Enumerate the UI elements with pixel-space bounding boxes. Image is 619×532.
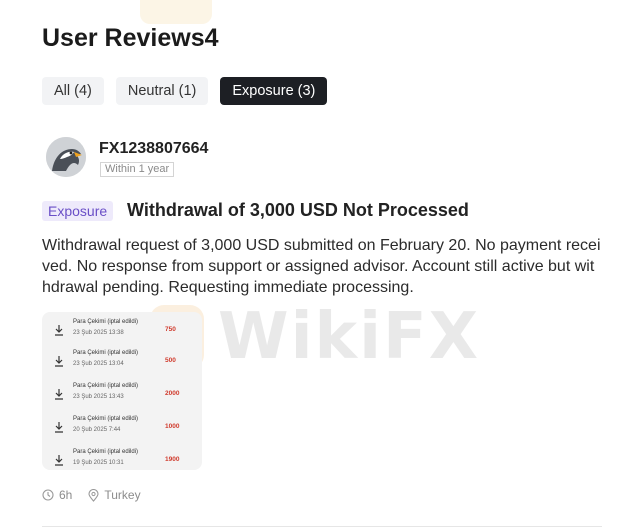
divider bbox=[42, 526, 602, 527]
watermark-text: WikiFX bbox=[218, 300, 481, 374]
transaction-row: Para Çekimi (iptal edildi) 23 Şub 2025 1… bbox=[42, 380, 202, 410]
review-age: 6h bbox=[59, 488, 73, 502]
transaction-row: Para Çekimi (iptal edildi) 23 Şub 2025 1… bbox=[42, 316, 202, 346]
clock-icon bbox=[42, 489, 54, 501]
review-username[interactable]: FX1238807664 bbox=[99, 140, 208, 158]
transaction-row: Para Çekimi (iptal edildi) 23 Şub 2025 1… bbox=[42, 347, 202, 377]
transaction-amount: 500 bbox=[165, 357, 176, 364]
transaction-date: 20 Şub 2025 7:44 bbox=[73, 427, 121, 433]
withdraw-arrow-icon bbox=[55, 455, 63, 466]
review-body: Withdrawal request of 3,000 USD submitte… bbox=[42, 237, 601, 296]
transaction-row: Para Çekimi (iptal edildi) 20 Şub 2025 7… bbox=[42, 413, 202, 443]
withdraw-arrow-icon bbox=[55, 422, 63, 433]
withdraw-arrow-icon bbox=[55, 325, 63, 336]
tab-neutral[interactable]: Neutral (1) bbox=[115, 77, 209, 105]
tab-all[interactable]: All (4) bbox=[42, 77, 104, 105]
review-title: Withdrawal of 3,000 USD Not Processed bbox=[127, 200, 469, 220]
transaction-title: Para Çekimi (iptal edildi) bbox=[73, 449, 139, 455]
transaction-date: 23 Şub 2025 13:38 bbox=[73, 330, 124, 336]
category-tag: Exposure bbox=[42, 201, 114, 221]
withdraw-arrow-icon bbox=[55, 389, 63, 400]
tab-exposure[interactable]: Exposure (3) bbox=[220, 77, 328, 105]
review-meta: 6h Turkey bbox=[42, 488, 141, 502]
transaction-title: Para Çekimi (iptal edildi) bbox=[73, 383, 139, 389]
transaction-date: 23 Şub 2025 13:43 bbox=[73, 394, 124, 400]
transaction-title: Para Çekimi (iptal edildi) bbox=[73, 416, 139, 422]
transaction-title: Para Çekimi (iptal edildi) bbox=[73, 319, 139, 325]
location-pin-icon bbox=[88, 488, 99, 502]
transaction-row: Para Çekimi (iptal edildi) 19 Şub 2025 1… bbox=[42, 446, 202, 470]
transaction-title: Para Çekimi (iptal edildi) bbox=[73, 350, 139, 356]
transaction-amount: 1000 bbox=[165, 423, 180, 430]
watermark-logo-top bbox=[140, 0, 212, 24]
attachment-thumbnail[interactable]: Para Çekimi (iptal edildi) 23 Şub 2025 1… bbox=[42, 312, 202, 470]
transaction-date: 23 Şub 2025 13:04 bbox=[73, 361, 124, 367]
eagle-avatar-icon bbox=[46, 137, 86, 177]
withdraw-arrow-icon bbox=[55, 356, 63, 367]
review-location: Turkey bbox=[104, 488, 141, 502]
transaction-amount: 1900 bbox=[165, 456, 180, 463]
transaction-amount: 750 bbox=[165, 326, 176, 333]
time-badge: Within 1 year bbox=[100, 162, 175, 177]
transaction-date: 19 Şub 2025 10:31 bbox=[73, 460, 124, 466]
page-title: User Reviews4 bbox=[42, 24, 219, 52]
transaction-amount: 2000 bbox=[165, 390, 180, 397]
avatar[interactable] bbox=[46, 137, 86, 177]
review-filter-tabs: All (4) Neutral (1) Exposure (3) bbox=[42, 77, 328, 105]
